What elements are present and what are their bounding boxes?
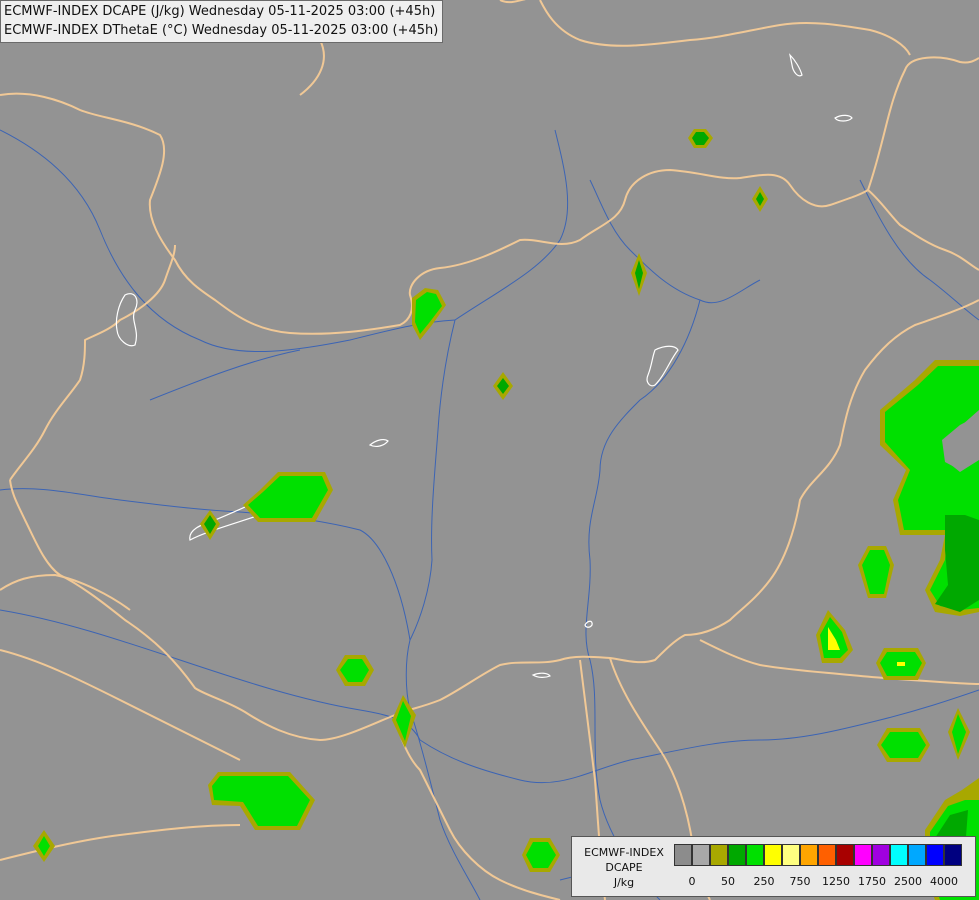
legend-tick-label: 750 <box>789 875 811 888</box>
legend-swatch <box>944 844 962 866</box>
legend-parameter: DCAPE <box>605 861 643 874</box>
legend-swatch <box>800 844 818 866</box>
legend-swatch <box>782 844 800 866</box>
country-borders <box>0 0 979 900</box>
legend-swatch <box>692 844 710 866</box>
legend-swatch <box>674 844 692 866</box>
legend-tick-label: 1750 <box>858 875 886 888</box>
legend-unit: J/kg <box>613 876 635 889</box>
legend-swatch <box>710 844 728 866</box>
dcape-area <box>881 732 926 758</box>
legend-swatch <box>926 844 944 866</box>
legend-tick-label: 250 <box>753 875 775 888</box>
legend-tick-label: 4000 <box>930 875 958 888</box>
map-title-box: ECMWF-INDEX DCAPE (J/kg) Wednesday 05-11… <box>0 0 444 43</box>
legend-swatches <box>674 844 962 866</box>
color-legend: ECMWF-INDEX DCAPE J/kg 0 50 250 750 1250 1750… <box>571 836 976 897</box>
legend-model: ECMWF-INDEX <box>584 846 664 859</box>
legend-tick-label: 1250 <box>822 875 850 888</box>
legend-titles: ECMWF-INDEX DCAPE J/kg <box>576 845 672 890</box>
legend-tick-label: 50 <box>721 875 735 888</box>
legend-tick-label: 0 <box>688 875 696 888</box>
title-dthetae: ECMWF-INDEX DThetaE (°C) Wednesday 05-11… <box>4 23 439 38</box>
legend-swatch <box>854 844 872 866</box>
legend-ticks: 0 50 250 750 1250 1750 2500 4000 <box>674 875 974 889</box>
legend-swatch <box>908 844 926 866</box>
rivers <box>0 129 979 900</box>
legend-swatch <box>872 844 890 866</box>
legend-swatch <box>890 844 908 866</box>
legend-swatch <box>818 844 836 866</box>
dcape-area <box>897 662 905 666</box>
legend-swatch <box>746 844 764 866</box>
legend-swatch <box>836 844 854 866</box>
title-dcape: ECMWF-INDEX DCAPE (J/kg) Wednesday 05-11… <box>4 4 436 19</box>
legend-swatch <box>764 844 782 866</box>
dcape-contours <box>33 129 979 900</box>
legend-tick-label: 2500 <box>894 875 922 888</box>
weather-map <box>0 0 979 900</box>
legend-swatch <box>728 844 746 866</box>
lakes <box>115 53 853 678</box>
